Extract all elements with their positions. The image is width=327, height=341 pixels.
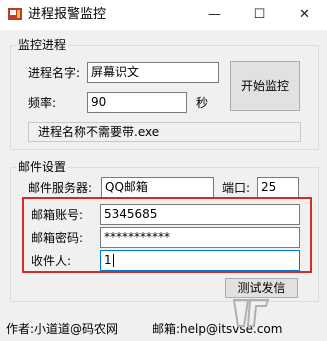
author-text: 作者:小道道@码农网 xyxy=(6,322,119,336)
app-icon xyxy=(8,8,22,20)
mail-group-legend: 邮件设置 xyxy=(16,159,69,175)
process-name-label: 进程名字: xyxy=(28,66,81,80)
recipient-input[interactable]: 1 xyxy=(100,250,300,271)
start-monitor-button[interactable]: 开始监控 xyxy=(230,61,300,111)
frequency-input[interactable]: 90 xyxy=(87,92,187,113)
port-input[interactable]: 25 xyxy=(257,177,299,198)
port-label: 端口: xyxy=(222,181,251,195)
recipient-value: 1 xyxy=(104,253,112,267)
text-caret xyxy=(112,254,114,267)
recipient-label: 收件人: xyxy=(31,254,72,268)
process-name-input[interactable]: 屏幕识文 xyxy=(87,62,219,83)
mail-password-input[interactable]: *********** xyxy=(100,227,300,248)
monitor-group-legend: 监控进程 xyxy=(16,37,69,53)
test-send-button[interactable]: 测试发信 xyxy=(225,278,298,298)
mail-password-label: 邮箱密码: xyxy=(31,231,84,245)
minimize-button[interactable]: — xyxy=(192,0,237,30)
maximize-button[interactable]: ☐ xyxy=(237,0,282,30)
mail-account-label: 邮箱账号: xyxy=(31,208,84,222)
mail-server-label: 邮件服务器: xyxy=(28,181,93,195)
mail-account-input[interactable]: 5345685 xyxy=(100,204,300,225)
watermark-logo-icon xyxy=(232,299,270,327)
frequency-label: 频率: xyxy=(28,96,57,110)
close-button[interactable]: ✕ xyxy=(282,0,327,30)
mail-server-input[interactable]: QQ邮箱 xyxy=(101,177,214,198)
hint-text: 进程名称不需要带.exe xyxy=(38,125,160,139)
frequency-unit-label: 秒 xyxy=(196,96,209,110)
window-title: 进程报警监控 xyxy=(28,7,107,22)
